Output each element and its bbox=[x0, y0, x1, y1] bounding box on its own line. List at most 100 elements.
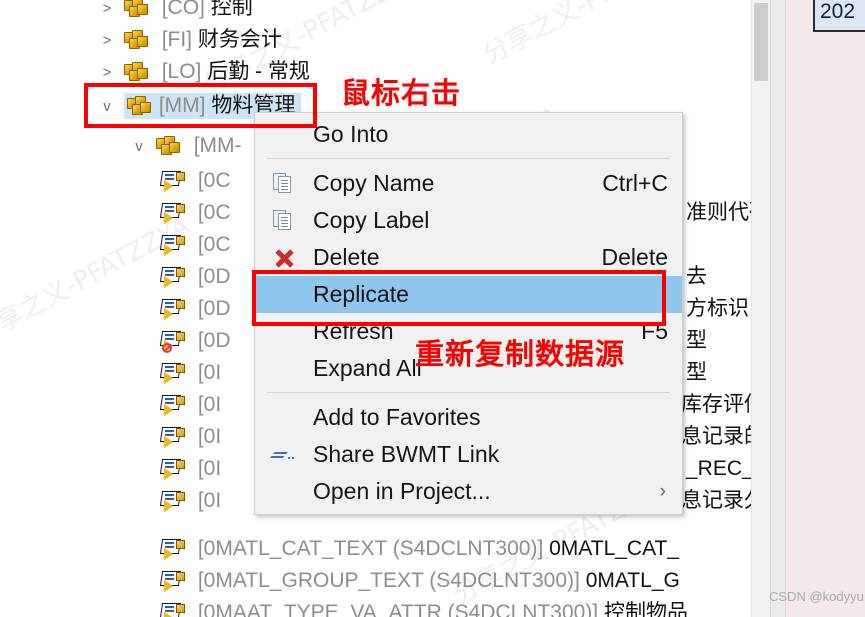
tree-row-technical-name: [0I bbox=[197, 425, 222, 448]
chevron-down-icon[interactable]: v bbox=[128, 131, 150, 162]
background-watermark: 分享之义-PFATZZYA bbox=[478, 0, 705, 71]
tree-row-datasource[interactable]: [0I bbox=[159, 421, 222, 452]
tree-row-technical-name: [0C bbox=[197, 169, 231, 192]
chevron-right-icon[interactable]: > bbox=[96, 57, 118, 88]
tree-row-technical-name: [0D bbox=[197, 297, 231, 320]
datasource-icon bbox=[159, 571, 186, 592]
datasource-icon bbox=[159, 171, 186, 192]
tree-row-description: 型 bbox=[686, 361, 707, 384]
tree-row-datasource[interactable]: [0C bbox=[159, 229, 231, 260]
menu-item-copy-label[interactable]: Copy Label bbox=[255, 202, 682, 239]
tree-row-datasource[interactable]: [0C bbox=[159, 165, 231, 196]
tree-row-technical-name: [MM- bbox=[193, 134, 242, 157]
menu-item-label: Copy Label bbox=[313, 207, 430, 233]
tree-row-datasource[interactable]: [0C bbox=[159, 197, 231, 228]
tree-row-co[interactable]: > [CO] 控制 bbox=[96, 0, 253, 23]
datasource-icon bbox=[159, 267, 186, 288]
csdn-watermark: CSDN @kodyyu bbox=[769, 589, 864, 604]
context-menu[interactable]: Go Into Copy Name Ctrl+C Copy Label Dele… bbox=[254, 112, 683, 515]
menu-item-replicate[interactable]: Replicate bbox=[255, 276, 682, 313]
datasource-icon bbox=[159, 395, 186, 416]
datasource-icon bbox=[159, 299, 186, 320]
tree-row-technical-name: [0MAAT_TYPE_VA_ATTR (S4DCLNT300)] bbox=[197, 601, 599, 617]
package-icon bbox=[123, 62, 150, 82]
tree-row-description: 后勤 - 常规 bbox=[207, 60, 310, 83]
share-link-icon bbox=[273, 444, 295, 466]
menu-item-copy-name[interactable]: Copy Name Ctrl+C bbox=[255, 165, 682, 202]
tree-row-datasource[interactable]: [0MATL_GROUP_TEXT (S4DCLNT300)] 0MATL_G bbox=[159, 565, 680, 596]
tree-row-description: 0MATL_G bbox=[585, 569, 680, 592]
tree-row-datasource[interactable]: [0MATL_CAT_TEXT (S4DCLNT300)] 0MATL_CAT_ bbox=[159, 533, 680, 564]
tree-row-description: 财务会计 bbox=[197, 28, 282, 51]
tree-row-description-overflow: 型 bbox=[686, 357, 707, 388]
tree-row-technical-name: [0MATL_CAT_TEXT (S4DCLNT300)] bbox=[197, 537, 544, 560]
menu-item-label: Add to Favorites bbox=[313, 404, 481, 430]
tree-vertical-scrollbar[interactable] bbox=[751, 0, 770, 617]
tree-row-description: 0MATL_CAT_ bbox=[549, 537, 680, 560]
tree-row-datasource[interactable]: [0I bbox=[159, 453, 222, 484]
tree-row-description-overflow: 去 bbox=[686, 261, 707, 292]
menu-item-shortcut: Delete bbox=[601, 244, 668, 270]
tree-row-datasource-disabled[interactable]: [0D bbox=[159, 325, 231, 356]
package-icon bbox=[123, 30, 150, 50]
menu-item-shortcut: F5 bbox=[641, 318, 668, 344]
tree-row-description-overflow: 型 bbox=[686, 325, 707, 356]
tree-row-datasource[interactable]: [0I bbox=[159, 357, 222, 388]
tree-row-description-overflow: 方标识 bbox=[686, 293, 749, 324]
menu-item-label: Delete bbox=[313, 244, 380, 270]
year-input-field[interactable]: 202 bbox=[813, 0, 865, 32]
menu-item-label: Replicate bbox=[313, 281, 409, 307]
editor-panel-strip[interactable]: 202 bbox=[770, 0, 865, 617]
menu-separator bbox=[267, 392, 670, 393]
menu-item-label: Refresh bbox=[313, 318, 394, 344]
tree-row-description: 控制 bbox=[210, 0, 253, 19]
menu-item-label: Copy Name bbox=[313, 170, 435, 196]
copy-icon bbox=[273, 210, 295, 232]
tree-row-datasource[interactable]: [0MAAT_TYPE_VA_ATTR (S4DCLNT300)] 控制物品 bbox=[159, 597, 688, 617]
tree-row-lo[interactable]: > [LO] 后勤 - 常规 bbox=[96, 56, 310, 87]
tree-row-technical-name: [MM] bbox=[158, 94, 206, 117]
datasource-icon bbox=[159, 603, 186, 617]
datasource-disabled-icon bbox=[159, 331, 186, 353]
datasource-icon bbox=[159, 491, 186, 512]
datasource-icon bbox=[159, 363, 186, 384]
menu-item-open-in-project[interactable]: Open in Project... › bbox=[255, 473, 682, 510]
tree-row-datasource[interactable]: [0D bbox=[159, 261, 231, 292]
copy-icon bbox=[273, 173, 295, 195]
tree-row-technical-name: [0I bbox=[197, 361, 222, 384]
tree-row-technical-name: [LO] bbox=[161, 60, 202, 83]
menu-item-go-into[interactable]: Go Into bbox=[255, 116, 682, 153]
chevron-right-icon[interactable]: > bbox=[96, 0, 118, 24]
menu-item-add-to-favorites[interactable]: Add to Favorites bbox=[255, 399, 682, 436]
tree-row-fi[interactable]: > [FI] 财务会计 bbox=[96, 24, 282, 55]
chevron-right-icon: › bbox=[659, 481, 666, 502]
editor-gutter bbox=[771, 0, 786, 617]
tree-row-technical-name: [0D bbox=[197, 265, 231, 288]
datasource-icon bbox=[159, 459, 186, 480]
chevron-down-icon[interactable]: v bbox=[96, 91, 118, 122]
datasource-icon bbox=[159, 235, 186, 256]
tree-row-technical-name: [0C bbox=[197, 201, 231, 224]
package-icon bbox=[123, 0, 150, 18]
annotation-right-click: 鼠标右击 bbox=[341, 76, 462, 110]
delete-x-icon bbox=[273, 247, 295, 269]
menu-item-share-bwmt-link[interactable]: Share BWMT Link bbox=[255, 436, 682, 473]
tree-row-description: 方标识 bbox=[686, 297, 749, 320]
chevron-right-icon[interactable]: > bbox=[96, 25, 118, 56]
tree-row-description: 型 bbox=[686, 329, 707, 352]
tree-row-technical-name: [FI] bbox=[161, 28, 193, 51]
tree-row-description: 控制物品 bbox=[603, 601, 688, 617]
tree-row-technical-name: [0I bbox=[197, 457, 222, 480]
tree-row-datasource[interactable]: [0D bbox=[159, 293, 231, 324]
package-icon bbox=[126, 96, 153, 116]
scrollbar-thumb[interactable] bbox=[754, 3, 768, 81]
datasource-icon bbox=[159, 539, 186, 560]
tree-row-technical-name: [0I bbox=[197, 393, 222, 416]
tree-row-mm-sub[interactable]: v [MM- bbox=[128, 130, 242, 162]
tree-row-technical-name: [0I bbox=[197, 489, 222, 512]
menu-separator bbox=[267, 158, 670, 159]
tree-row-datasource[interactable]: [0I bbox=[159, 485, 222, 516]
tree-row-datasource[interactable]: [0I bbox=[159, 389, 222, 420]
menu-item-delete[interactable]: Delete Delete bbox=[255, 239, 682, 276]
menu-item-shortcut: Ctrl+C bbox=[602, 170, 668, 196]
